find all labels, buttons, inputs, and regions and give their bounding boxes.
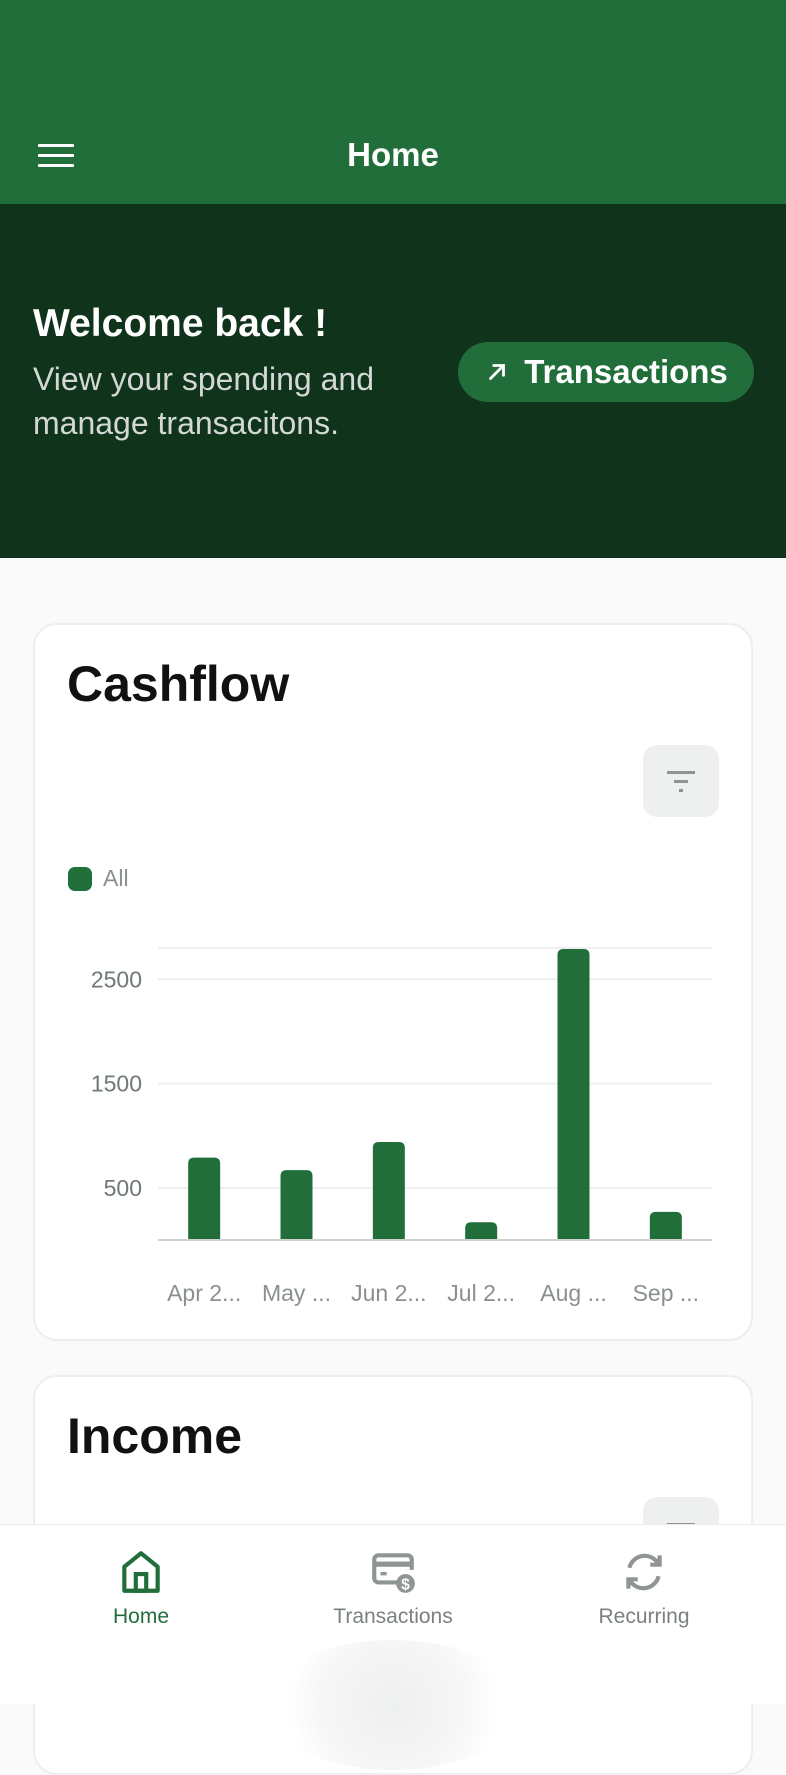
nav-label-transactions: Transactions [333, 1605, 453, 1628]
y-tick-label: 1500 [91, 1071, 142, 1097]
x-tick-label: Aug ... [540, 1280, 606, 1306]
y-tick-label: 2500 [91, 966, 142, 992]
bar-1 [280, 1170, 313, 1240]
nav-item-home[interactable]: Home [41, 1547, 241, 1629]
transactions-button-label: Transactions [524, 353, 728, 390]
transactions-button[interactable]: Transactions [458, 342, 754, 402]
page-title: Home [347, 136, 439, 173]
x-tick-label: Jul 2... [447, 1280, 515, 1306]
nav-label-recurring: Recurring [598, 1605, 690, 1628]
income-title: Income [67, 1408, 243, 1464]
welcome-subtitle: View your spending and manage transacito… [33, 361, 374, 441]
bar-5 [649, 1211, 682, 1240]
home-indicator [263, 1640, 523, 1770]
nav-item-recurring[interactable]: Recurring [544, 1547, 744, 1629]
bar-2 [372, 1141, 405, 1240]
nav-item-transactions[interactable]: $ Transactions [293, 1547, 493, 1629]
svg-text:$: $ [401, 1576, 410, 1593]
welcome-title: Welcome back ! [33, 302, 328, 345]
bar-4 [557, 949, 590, 1240]
x-tick-label: Jun 2... [351, 1280, 426, 1306]
x-tick-label: Sep ... [633, 1280, 699, 1306]
refresh-icon [626, 1553, 662, 1591]
bar-3 [465, 1222, 498, 1240]
welcome-banner: Welcome back ! View your spending and ma… [0, 204, 786, 558]
x-tick-label: Apr 2... [167, 1280, 241, 1306]
card-dollar-icon: $ [372, 1553, 415, 1593]
arrow-up-right-icon [489, 364, 506, 380]
app-bar: Home [0, 0, 786, 204]
x-tick-label: May ... [262, 1280, 331, 1306]
bar-0 [188, 1157, 221, 1240]
cashflow-chart: 500 1500 2500 Apr 2... May ... Jun 2... Jul 2.… [91, 947, 712, 1306]
nav-label-home: Home [112, 1605, 170, 1628]
home-icon [122, 1551, 160, 1593]
y-tick-label: 500 [104, 1175, 142, 1201]
cashflow-card: Cashflow All 500 1500 2500 Apr 2... May ... J… [33, 623, 753, 1341]
